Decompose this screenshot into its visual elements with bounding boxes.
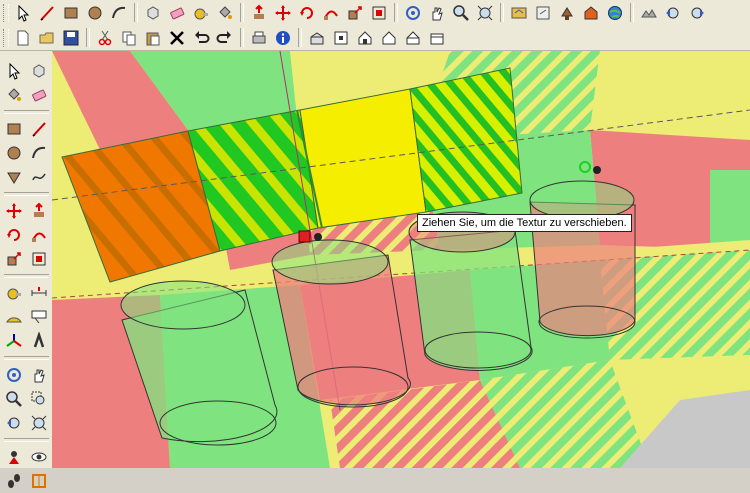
arc-icon[interactable]: [108, 2, 130, 24]
circle-icon[interactable]: [2, 141, 26, 165]
pencil-line-icon[interactable]: [27, 117, 51, 141]
top-view-icon[interactable]: [330, 27, 352, 49]
toolbar-separator: [240, 3, 244, 22]
orbit-icon[interactable]: [402, 2, 424, 24]
previous-view-icon[interactable]: [2, 411, 26, 435]
axes-icon[interactable]: [2, 329, 26, 353]
select-arrow-icon[interactable]: [2, 59, 26, 83]
palette-separator: [4, 274, 49, 278]
offset-icon[interactable]: [368, 2, 390, 24]
dimension-icon[interactable]: [27, 281, 51, 305]
move-icon[interactable]: [2, 199, 26, 223]
scale-icon[interactable]: [344, 2, 366, 24]
follow-me-icon[interactable]: [320, 2, 342, 24]
large-tool-set-palette: [0, 51, 53, 488]
save-disk-icon[interactable]: [60, 27, 82, 49]
palette-separator: [4, 110, 49, 114]
zoom-icon[interactable]: [450, 2, 472, 24]
look-around-icon[interactable]: [27, 445, 51, 469]
protractor-icon[interactable]: [2, 305, 26, 329]
eraser-icon[interactable]: [27, 83, 51, 107]
share-component-icon[interactable]: [556, 2, 578, 24]
toolbar-separator: [394, 3, 398, 22]
freehand-icon[interactable]: [27, 165, 51, 189]
tape-measure-icon[interactable]: [2, 281, 26, 305]
push-pull-icon[interactable]: [27, 199, 51, 223]
toolbar-grip[interactable]: [3, 28, 9, 47]
3d-warehouse-icon[interactable]: [580, 2, 602, 24]
left-view-icon[interactable]: [426, 27, 448, 49]
zoom-extents-icon[interactable]: [27, 411, 51, 435]
delete-x-icon[interactable]: [166, 27, 188, 49]
zoom-window-icon[interactable]: [27, 387, 51, 411]
back-view-icon[interactable]: [402, 27, 424, 49]
redo-icon[interactable]: [214, 27, 236, 49]
rotate-icon[interactable]: [2, 223, 26, 247]
toolbar-separator: [86, 28, 90, 47]
next-view-icon[interactable]: [686, 2, 708, 24]
follow-me-icon[interactable]: [27, 223, 51, 247]
palette-separator: [4, 438, 49, 442]
arc-icon[interactable]: [27, 141, 51, 165]
3d-text-icon[interactable]: [27, 329, 51, 353]
toolbar-grip[interactable]: [3, 3, 9, 22]
previous-view-icon[interactable]: [662, 2, 684, 24]
rectangle-icon[interactable]: [60, 2, 82, 24]
circle-icon[interactable]: [84, 2, 106, 24]
right-view-icon[interactable]: [378, 27, 400, 49]
move-icon[interactable]: [272, 2, 294, 24]
pan-hand-icon[interactable]: [27, 363, 51, 387]
scale-icon[interactable]: [2, 247, 26, 271]
iso-view-icon[interactable]: [306, 27, 328, 49]
make-component-icon[interactable]: [27, 59, 51, 83]
position-camera-icon[interactable]: [2, 445, 26, 469]
push-pull-icon[interactable]: [248, 2, 270, 24]
text-label-icon[interactable]: [27, 305, 51, 329]
rotate-icon[interactable]: [296, 2, 318, 24]
rectangle-icon[interactable]: [2, 117, 26, 141]
get-models-icon[interactable]: [508, 2, 530, 24]
scene-canvas[interactable]: [52, 51, 750, 468]
select-arrow-icon[interactable]: [12, 2, 34, 24]
front-view-icon[interactable]: [354, 27, 376, 49]
cylinder-3[interactable]: [408, 211, 533, 371]
pencil-line-icon[interactable]: [36, 2, 58, 24]
share-model-icon[interactable]: [532, 2, 554, 24]
standard-toolbar: [0, 25, 750, 51]
modeling-viewport[interactable]: Ziehen Sie, um die Textur zu verschieben…: [52, 51, 750, 468]
undo-icon[interactable]: [190, 27, 212, 49]
palette-separator: [4, 192, 49, 196]
zoom-icon[interactable]: [2, 387, 26, 411]
paste-icon[interactable]: [142, 27, 164, 49]
toolbar-separator: [134, 3, 138, 22]
paint-bucket-icon[interactable]: [2, 83, 26, 107]
model-info-icon[interactable]: [272, 27, 294, 49]
toolbar-separator: [500, 3, 504, 22]
toolbar-separator: [630, 3, 634, 22]
toolbar-separator: [240, 28, 244, 47]
orbit-icon[interactable]: [2, 363, 26, 387]
tape-measure-icon[interactable]: [190, 2, 212, 24]
polygon-icon[interactable]: [2, 165, 26, 189]
toggle-terrain-icon[interactable]: [638, 2, 660, 24]
cut-icon[interactable]: [94, 27, 116, 49]
cylinder-4[interactable]: [529, 180, 636, 339]
main-toolbar: [0, 0, 750, 26]
pan-hand-icon[interactable]: [426, 2, 448, 24]
zoom-extents-icon[interactable]: [474, 2, 496, 24]
walk-icon[interactable]: [2, 469, 26, 493]
open-folder-icon[interactable]: [36, 27, 58, 49]
new-file-icon[interactable]: [12, 27, 34, 49]
print-icon[interactable]: [248, 27, 270, 49]
texture-tooltip: Ziehen Sie, um die Textur zu verschieben…: [417, 214, 632, 232]
section-plane-icon[interactable]: [27, 469, 51, 493]
offset-icon[interactable]: [27, 247, 51, 271]
toolbar-separator: [298, 28, 302, 47]
google-earth-icon[interactable]: [604, 2, 626, 24]
make-component-icon[interactable]: [142, 2, 164, 24]
paint-bucket-icon[interactable]: [214, 2, 236, 24]
copy-icon[interactable]: [118, 27, 140, 49]
palette-separator: [4, 356, 49, 360]
eraser-icon[interactable]: [166, 2, 188, 24]
